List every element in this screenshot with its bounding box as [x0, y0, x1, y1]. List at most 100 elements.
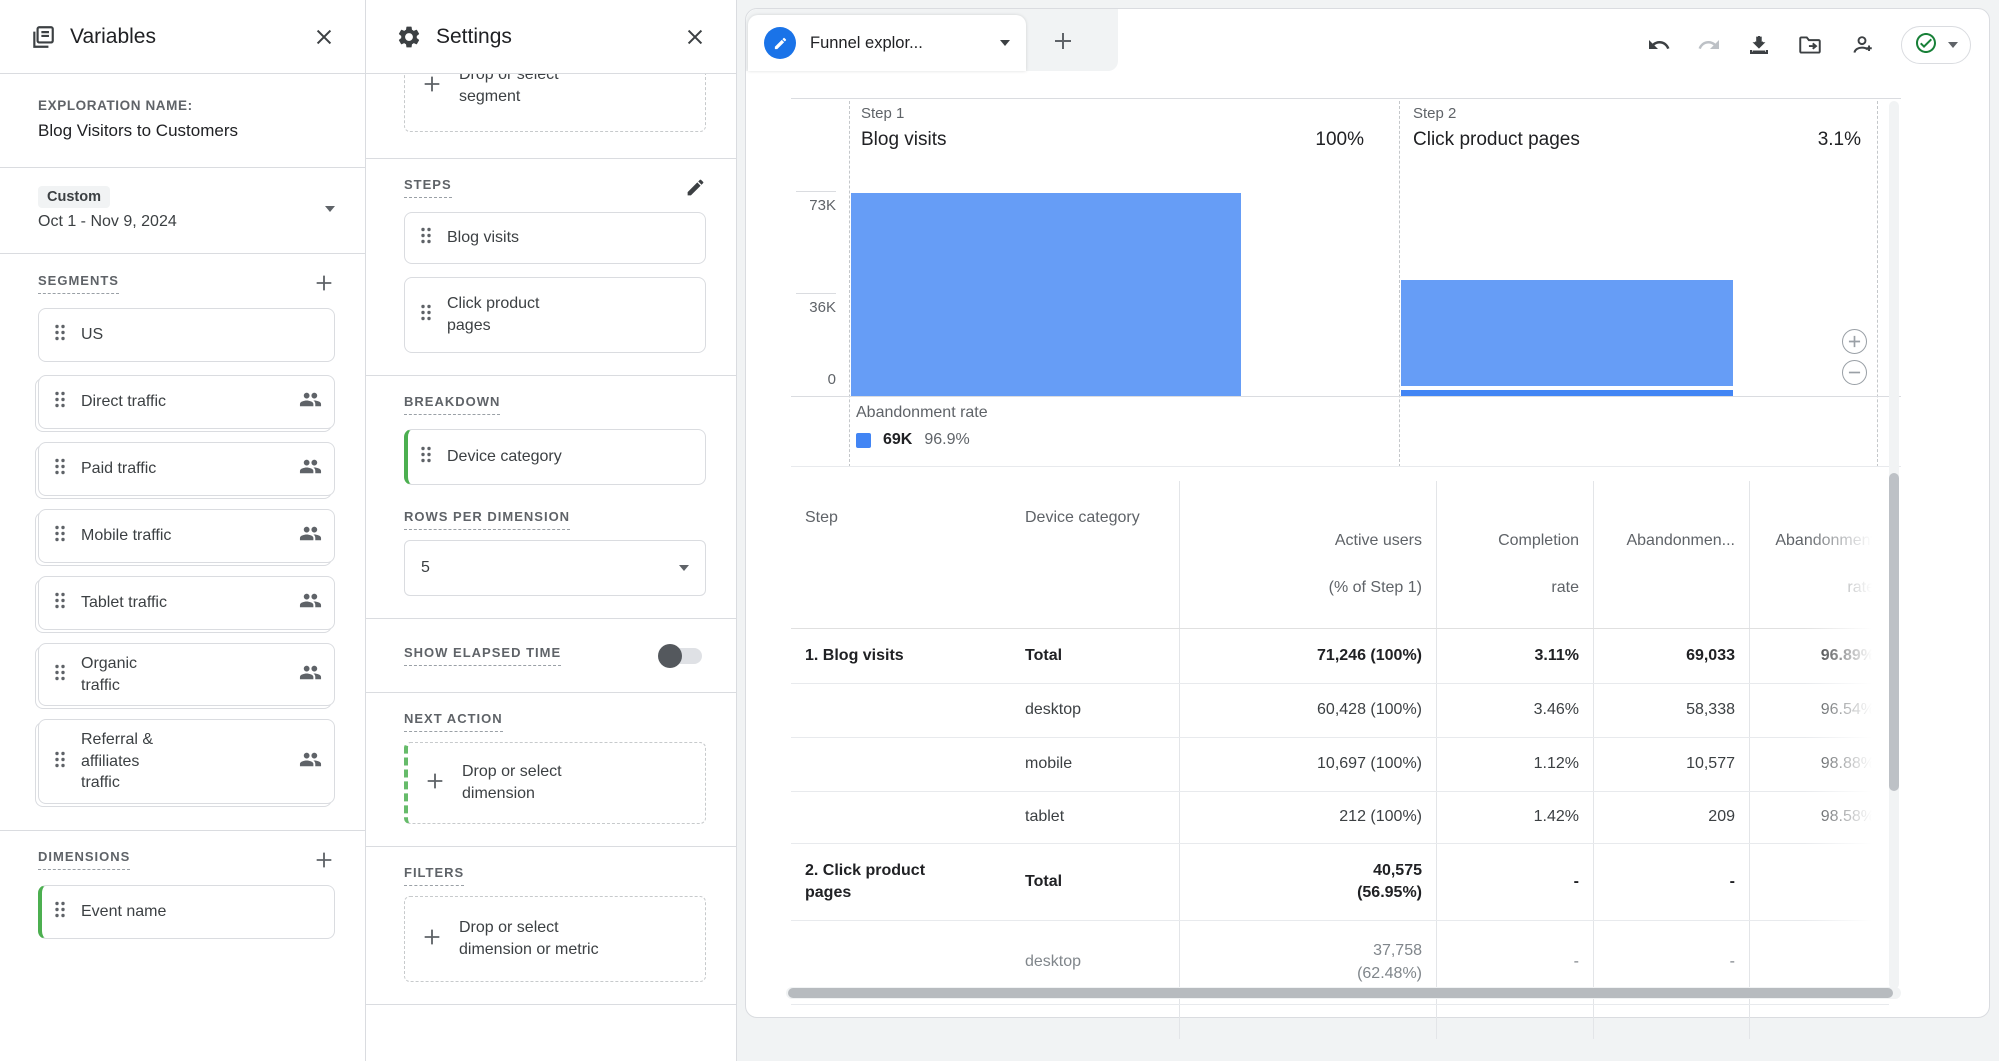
- cell-abandonments: 69,033: [1593, 629, 1749, 684]
- cell-completion-rate: 3.11%: [1436, 629, 1593, 684]
- variables-title: Variables: [70, 24, 156, 48]
- steps-label: STEPS: [404, 177, 452, 198]
- segment-chip-mobile-traffic[interactable]: Mobile traffic: [38, 509, 335, 563]
- vertical-scrollbar-thumb[interactable]: [1889, 473, 1899, 791]
- table-row: mobile 10,697 (100%) 1.12% 10,577 98.88%: [791, 738, 1889, 793]
- cell-device: desktop: [1025, 701, 1082, 719]
- show-elapsed-time-toggle[interactable]: [658, 643, 702, 668]
- abandonment-percent: 96.9%: [924, 431, 970, 448]
- cell-completion-rate: 3.46%: [1436, 684, 1593, 738]
- segment-chip-organic-traffic[interactable]: Organic traffic: [38, 643, 335, 707]
- show-elapsed-time-row: SHOW ELAPSED TIME: [366, 619, 736, 693]
- drag-handle-icon[interactable]: [55, 592, 65, 614]
- cell-device: tablet: [1025, 808, 1065, 826]
- col-header-line: Active users: [1334, 532, 1422, 550]
- ytick-line-73k: [796, 191, 836, 192]
- export-folder-icon[interactable]: [1797, 32, 1823, 58]
- segment-chip-us[interactable]: US: [38, 308, 335, 362]
- people-icon: [299, 522, 322, 550]
- tab-chevron-down-icon[interactable]: [1000, 40, 1010, 46]
- people-icon: [299, 388, 322, 416]
- segment-dropzone[interactable]: Drop or select segment: [404, 74, 706, 132]
- segment-chip-tablet-traffic[interactable]: Tablet traffic: [38, 576, 335, 630]
- variables-panel: Variables EXPLORATION NAME: Blog Visitor…: [0, 0, 366, 1061]
- exploration-name-section: EXPLORATION NAME: Blog Visitors to Custo…: [0, 74, 365, 168]
- filters-dropzone[interactable]: Drop or select dimension or metric: [404, 896, 706, 982]
- drag-handle-icon[interactable]: [55, 525, 65, 547]
- cell-active-users: 40,575 (56.95%): [1179, 844, 1436, 921]
- zoom-in-icon[interactable]: [1842, 329, 1867, 354]
- step1-name: Blog visits: [861, 129, 947, 150]
- step2-dashed-border: [1399, 101, 1400, 467]
- cell-abandonment-rate: [1749, 1005, 1889, 1040]
- share-person-add-icon[interactable]: [1849, 32, 1875, 58]
- segments-label: SEGMENTS: [38, 273, 119, 294]
- close-settings-icon[interactable]: [682, 24, 708, 50]
- step2-label: Step 2: [1413, 105, 1457, 122]
- horizontal-scrollbar-thumb[interactable]: [788, 988, 1893, 998]
- dimension-chip-event-name[interactable]: Event name: [38, 884, 335, 939]
- exploration-name-value[interactable]: Blog Visitors to Customers: [38, 121, 335, 141]
- rows-per-dimension-select[interactable]: 5: [404, 540, 706, 596]
- breakdown-chip-device-category[interactable]: Device category: [404, 429, 706, 485]
- dimension-label: Event name: [81, 903, 167, 921]
- settings-header: Settings: [366, 0, 736, 74]
- drag-handle-icon[interactable]: [421, 304, 431, 326]
- step2-header: Step 2 Click product pages 3.1%: [1413, 105, 1861, 151]
- funnel-bar-step1[interactable]: [851, 193, 1241, 396]
- drag-handle-icon[interactable]: [55, 458, 65, 480]
- segment-chip-referral-affiliates-traffic[interactable]: Referral & affiliates traffic: [38, 719, 335, 804]
- people-icon: [299, 589, 322, 617]
- col-header-completion-rate: Completion rate: [1436, 481, 1593, 629]
- segment-dropzone-region: Drop or select segment: [366, 74, 736, 159]
- cell-step: [791, 1005, 1011, 1039]
- step2-name: Click product pages: [1413, 129, 1580, 150]
- add-tab-button[interactable]: [1046, 24, 1080, 58]
- add-segment-icon[interactable]: [313, 272, 335, 294]
- segment-chip-direct-traffic[interactable]: Direct traffic: [38, 375, 335, 429]
- settings-panel: Settings Drop or select segment STEPS Bl…: [366, 0, 737, 1061]
- status-pill[interactable]: [1901, 26, 1971, 64]
- funnel-bar-step2[interactable]: [1401, 280, 1733, 386]
- drag-handle-icon[interactable]: [421, 446, 431, 468]
- redo-icon: [1697, 33, 1721, 57]
- add-dimension-icon[interactable]: [313, 849, 335, 871]
- step1-rate: 100%: [1315, 129, 1364, 150]
- next-action-dropzone[interactable]: Drop or select dimension: [404, 742, 706, 824]
- drag-handle-icon[interactable]: [55, 901, 65, 923]
- tab-funnel-exploration[interactable]: Funnel explor...: [748, 15, 1026, 71]
- step-chip-click-product-pages[interactable]: Click product pages: [404, 277, 706, 353]
- drag-handle-icon[interactable]: [421, 227, 431, 249]
- close-variables-icon[interactable]: [311, 24, 337, 50]
- segment-label: Organic traffic: [81, 655, 138, 694]
- col-header-line: Completion: [1498, 532, 1579, 550]
- chevron-down-icon: [1948, 42, 1958, 48]
- toggle-knob: [658, 643, 682, 668]
- plus-icon: [421, 926, 443, 953]
- drag-handle-icon[interactable]: [55, 324, 65, 346]
- filters-section: FILTERS Drop or select dimension or metr…: [366, 847, 736, 1005]
- cell-completion-rate: [1436, 1005, 1593, 1040]
- date-range-section[interactable]: Custom Oct 1 - Nov 9, 2024: [0, 168, 365, 254]
- drag-handle-icon[interactable]: [55, 391, 65, 413]
- segment-chip-paid-traffic[interactable]: Paid traffic: [38, 442, 335, 496]
- edit-steps-pencil-icon[interactable]: [685, 177, 706, 198]
- drag-handle-icon[interactable]: [55, 664, 65, 686]
- cell-abandonments: 58,338: [1593, 684, 1749, 738]
- col-header-abandonments: Abandonmen...: [1593, 481, 1749, 629]
- table-row-partial: [791, 1005, 1889, 1040]
- dimensions-label: DIMENSIONS: [38, 849, 131, 871]
- zoom-out-icon[interactable]: [1842, 360, 1867, 385]
- cell-step: [791, 684, 1011, 737]
- abandonment-value: 69K: [883, 431, 913, 448]
- breakdown-section: BREAKDOWN Device category ROWS PER DIMEN…: [366, 376, 736, 619]
- drag-handle-icon[interactable]: [55, 751, 65, 773]
- download-icon[interactable]: [1747, 33, 1771, 57]
- undo-icon[interactable]: [1647, 33, 1671, 57]
- ytick-73k: 73K: [809, 197, 836, 214]
- step-chip-blog-visits[interactable]: Blog visits: [404, 212, 706, 264]
- col-header-line: rate: [1847, 578, 1875, 596]
- settings-title: Settings: [436, 24, 512, 48]
- tab-label: Funnel explor...: [810, 33, 923, 52]
- people-icon: [299, 748, 322, 776]
